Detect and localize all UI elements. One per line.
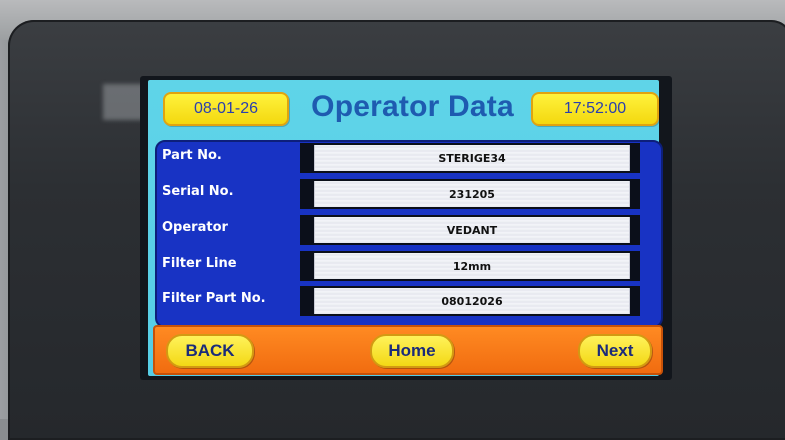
part-no-label: Part No.	[162, 147, 222, 163]
back-button[interactable]: BACK	[166, 334, 254, 368]
filter-line-label: Filter Line	[162, 255, 237, 271]
part-no-field[interactable]: STERIGE34	[314, 145, 630, 171]
time-text: 17:52:00	[563, 100, 627, 117]
filter-part-no-field[interactable]: 08012026	[314, 288, 630, 314]
home-button[interactable]: Home	[370, 334, 454, 368]
operator-field[interactable]: VEDANT	[314, 217, 630, 243]
filter-part-no-label: Filter Part No.	[162, 290, 266, 306]
page-title: Operator Data	[311, 90, 514, 123]
serial-no-label: Serial No.	[162, 183, 234, 199]
operator-label: Operator	[162, 219, 228, 235]
date-text: 08-01-26	[193, 100, 259, 117]
next-button[interactable]: Next	[578, 334, 652, 368]
serial-no-field[interactable]: 231205	[314, 181, 630, 207]
time-display: 17:52:00	[531, 92, 659, 126]
date-display: 08-01-26	[163, 92, 289, 126]
filter-line-field[interactable]: 12mm	[314, 253, 630, 279]
